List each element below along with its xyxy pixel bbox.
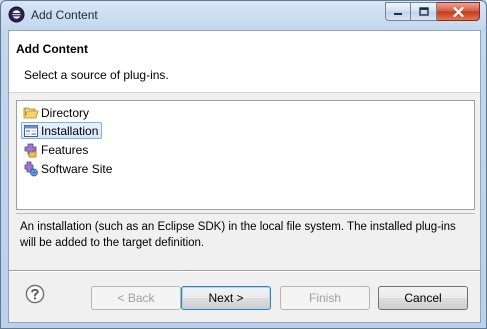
window-controls [385, 2, 480, 21]
software-site-icon [24, 161, 38, 176]
features-icon [24, 143, 37, 157]
folder-icon [23, 107, 39, 118]
source-item-installation[interactable]: Installation [21, 122, 103, 139]
wizard-header: Add Content Select a source of plug-ins. [9, 31, 480, 93]
source-item-features[interactable]: Features [21, 141, 92, 158]
close-icon [452, 6, 464, 17]
page-message: Select a source of plug-ins. [24, 68, 169, 82]
window-title: Add Content [31, 8, 98, 22]
next-button[interactable]: Next > [181, 286, 271, 310]
installation-icon [24, 124, 38, 137]
finish-button[interactable]: Finish [280, 286, 370, 310]
source-item-directory[interactable]: Directory [21, 104, 93, 121]
title-bar[interactable]: Add Content [1, 1, 486, 29]
page-title: Add Content [16, 42, 88, 56]
maximize-button[interactable] [411, 2, 437, 21]
source-item-software-site[interactable]: Software Site [21, 160, 116, 177]
minimize-button[interactable] [385, 2, 411, 21]
close-button[interactable] [437, 2, 480, 21]
help-icon[interactable] [25, 284, 45, 304]
source-list[interactable]: Directory Installation Features Software… [16, 100, 475, 210]
source-label: Features [41, 142, 89, 157]
source-label: Installation [41, 123, 99, 138]
maximize-icon [418, 7, 429, 16]
cancel-button[interactable]: Cancel [378, 286, 468, 310]
description-panel: An installation (such as an Eclipse SDK)… [16, 213, 475, 259]
eclipse-icon [8, 6, 25, 23]
source-label: Software Site [41, 161, 113, 176]
footer-separator [9, 270, 480, 272]
add-content-dialog: Add Content Add Content Select a source … [0, 0, 487, 329]
dialog-body: Add Content Select a source of plug-ins.… [8, 30, 481, 323]
back-button[interactable]: < Back [91, 286, 181, 310]
minimize-icon [394, 12, 402, 15]
source-label: Directory [41, 105, 90, 120]
source-description: An installation (such as an Eclipse SDK)… [20, 221, 456, 249]
